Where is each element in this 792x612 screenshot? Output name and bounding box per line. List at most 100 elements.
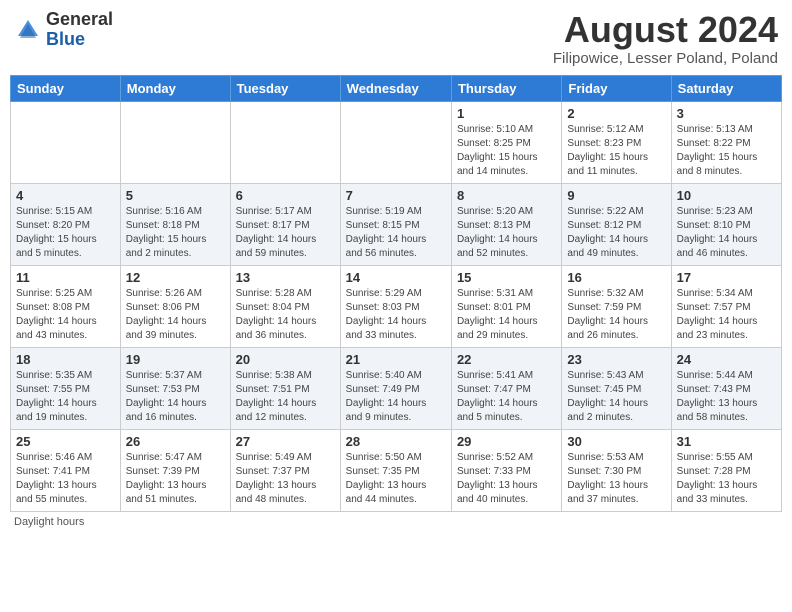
day-cell: 18Sunrise: 5:35 AM Sunset: 7:55 PM Dayli… <box>11 347 121 429</box>
day-cell: 12 Sunrise: 5:26 AM Sunset: 8:06 PM Dayli… <box>120 265 230 347</box>
day-number: 31 <box>677 434 776 449</box>
day-number: 7 <box>346 188 446 203</box>
day-number: 27 <box>236 434 335 449</box>
day-number: 15 <box>457 270 556 285</box>
day-cell: 26 Sunrise: 5:47 AM Sunset: 7:39 PM Dayli… <box>120 429 230 511</box>
day-number: 18 <box>16 352 115 367</box>
week-row-1: 1 Sunrise: 5:10 AM Sunset: 8:25 PM Daylig… <box>11 101 782 183</box>
day-number: 1 <box>457 106 556 121</box>
day-info: Sunrise: 5:17 AM Sunset: 8:17 PM Dayligh… <box>236 205 335 261</box>
day-info: Sunrise: 5:13 AM Sunset: 8:22 PM Dayligh… <box>677 123 776 179</box>
day-number: 23 <box>567 352 665 367</box>
day-info: Sunrise: 5:31 AM Sunset: 8:01 PM Dayligh… <box>457 287 556 343</box>
title-block: August 2024 Filipowice, Lesser Poland, P… <box>553 10 778 67</box>
day-number: 9 <box>567 188 665 203</box>
day-number: 19 <box>126 352 225 367</box>
day-cell: 4 Sunrise: 5:15 AM Sunset: 8:20 PM Daylig… <box>11 183 121 265</box>
col-friday: Friday <box>562 75 671 101</box>
col-monday: Monday <box>120 75 230 101</box>
day-info: Sunrise: 5:28 AM Sunset: 8:04 PM Dayligh… <box>236 287 335 343</box>
day-number: 17 <box>677 270 776 285</box>
day-cell: 6 Sunrise: 5:17 AM Sunset: 8:17 PM Daylig… <box>230 183 340 265</box>
day-number: 11 <box>16 270 115 285</box>
logo: General Blue <box>14 10 113 50</box>
day-number: 28 <box>346 434 446 449</box>
day-info: Sunrise: 5:10 AM Sunset: 8:25 PM Dayligh… <box>457 123 556 179</box>
day-number: 21 <box>346 352 446 367</box>
day-info: Sunrise: 5:52 AM Sunset: 7:33 PM Dayligh… <box>457 451 556 507</box>
day-cell <box>11 101 121 183</box>
day-cell: 15 Sunrise: 5:31 AM Sunset: 8:01 PM Dayli… <box>451 265 561 347</box>
day-number: 20 <box>236 352 335 367</box>
day-cell: 3 Sunrise: 5:13 AM Sunset: 8:22 PM Daylig… <box>671 101 781 183</box>
footnote: Daylight hours <box>10 516 782 528</box>
day-info: Sunrise: 5:29 AM Sunset: 8:03 PM Dayligh… <box>346 287 446 343</box>
month-year-title: August 2024 <box>553 10 778 50</box>
day-cell: 29Sunrise: 5:52 AM Sunset: 7:33 PM Dayli… <box>451 429 561 511</box>
day-number: 4 <box>16 188 115 203</box>
day-cell: 23 Sunrise: 5:43 AM Sunset: 7:45 PM Dayli… <box>562 347 671 429</box>
day-info: Sunrise: 5:43 AM Sunset: 7:45 PM Dayligh… <box>567 369 665 425</box>
day-number: 2 <box>567 106 665 121</box>
day-number: 13 <box>236 270 335 285</box>
col-thursday: Thursday <box>451 75 561 101</box>
logo-text: General Blue <box>46 10 113 50</box>
day-info: Sunrise: 5:12 AM Sunset: 8:23 PM Dayligh… <box>567 123 665 179</box>
day-cell: 27 Sunrise: 5:49 AM Sunset: 7:37 PM Dayli… <box>230 429 340 511</box>
day-number: 14 <box>346 270 446 285</box>
location-text: Filipowice, Lesser Poland, Poland <box>553 50 778 67</box>
day-number: 6 <box>236 188 335 203</box>
day-number: 26 <box>126 434 225 449</box>
day-number: 16 <box>567 270 665 285</box>
day-info: Sunrise: 5:46 AM Sunset: 7:41 PM Dayligh… <box>16 451 115 507</box>
day-info: Sunrise: 5:34 AM Sunset: 7:57 PM Dayligh… <box>677 287 776 343</box>
day-cell: 19Sunrise: 5:37 AM Sunset: 7:53 PM Dayli… <box>120 347 230 429</box>
day-info: Sunrise: 5:22 AM Sunset: 8:12 PM Dayligh… <box>567 205 665 261</box>
day-number: 5 <box>126 188 225 203</box>
day-number: 30 <box>567 434 665 449</box>
day-info: Sunrise: 5:15 AM Sunset: 8:20 PM Dayligh… <box>16 205 115 261</box>
day-number: 25 <box>16 434 115 449</box>
day-cell: 24Sunrise: 5:44 AM Sunset: 7:43 PM Dayli… <box>671 347 781 429</box>
day-cell: 14 Sunrise: 5:29 AM Sunset: 8:03 PM Dayli… <box>340 265 451 347</box>
day-info: Sunrise: 5:20 AM Sunset: 8:13 PM Dayligh… <box>457 205 556 261</box>
day-info: Sunrise: 5:49 AM Sunset: 7:37 PM Dayligh… <box>236 451 335 507</box>
day-number: 10 <box>677 188 776 203</box>
day-info: Sunrise: 5:23 AM Sunset: 8:10 PM Dayligh… <box>677 205 776 261</box>
day-number: 3 <box>677 106 776 121</box>
day-cell: 8Sunrise: 5:20 AM Sunset: 8:13 PM Daylig… <box>451 183 561 265</box>
day-info: Sunrise: 5:50 AM Sunset: 7:35 PM Dayligh… <box>346 451 446 507</box>
day-cell: 10 Sunrise: 5:23 AM Sunset: 8:10 PM Dayli… <box>671 183 781 265</box>
calendar-header-row: Sunday Monday Tuesday Wednesday Thursday… <box>11 75 782 101</box>
logo-general-text: General <box>46 10 113 30</box>
day-info: Sunrise: 5:25 AM Sunset: 8:08 PM Dayligh… <box>16 287 115 343</box>
col-saturday: Saturday <box>671 75 781 101</box>
day-cell: 31 Sunrise: 5:55 AM Sunset: 7:28 PM Dayli… <box>671 429 781 511</box>
day-cell: 20 Sunrise: 5:38 AM Sunset: 7:51 PM Dayli… <box>230 347 340 429</box>
week-row-5: 25 Sunrise: 5:46 AM Sunset: 7:41 PM Dayli… <box>11 429 782 511</box>
day-cell: 9 Sunrise: 5:22 AM Sunset: 8:12 PM Daylig… <box>562 183 671 265</box>
day-cell <box>120 101 230 183</box>
day-info: Sunrise: 5:16 AM Sunset: 8:18 PM Dayligh… <box>126 205 225 261</box>
day-number: 24 <box>677 352 776 367</box>
day-cell: 5 Sunrise: 5:16 AM Sunset: 8:18 PM Daylig… <box>120 183 230 265</box>
day-info: Sunrise: 5:47 AM Sunset: 7:39 PM Dayligh… <box>126 451 225 507</box>
day-info: Sunrise: 5:40 AM Sunset: 7:49 PM Dayligh… <box>346 369 446 425</box>
day-info: Sunrise: 5:55 AM Sunset: 7:28 PM Dayligh… <box>677 451 776 507</box>
day-info: Sunrise: 5:38 AM Sunset: 7:51 PM Dayligh… <box>236 369 335 425</box>
calendar-table: Sunday Monday Tuesday Wednesday Thursday… <box>10 75 782 512</box>
day-cell: 1 Sunrise: 5:10 AM Sunset: 8:25 PM Daylig… <box>451 101 561 183</box>
day-number: 12 <box>126 270 225 285</box>
day-cell: 13 Sunrise: 5:28 AM Sunset: 8:04 PM Dayli… <box>230 265 340 347</box>
day-cell: 11 Sunrise: 5:25 AM Sunset: 8:08 PM Dayli… <box>11 265 121 347</box>
day-info: Sunrise: 5:32 AM Sunset: 7:59 PM Dayligh… <box>567 287 665 343</box>
day-cell: 25 Sunrise: 5:46 AM Sunset: 7:41 PM Dayli… <box>11 429 121 511</box>
day-cell: 16 Sunrise: 5:32 AM Sunset: 7:59 PM Dayli… <box>562 265 671 347</box>
day-cell: 22Sunrise: 5:41 AM Sunset: 7:47 PM Dayli… <box>451 347 561 429</box>
day-cell: 28 Sunrise: 5:50 AM Sunset: 7:35 PM Dayli… <box>340 429 451 511</box>
day-info: Sunrise: 5:26 AM Sunset: 8:06 PM Dayligh… <box>126 287 225 343</box>
week-row-4: 18Sunrise: 5:35 AM Sunset: 7:55 PM Dayli… <box>11 347 782 429</box>
day-cell: 30Sunrise: 5:53 AM Sunset: 7:30 PM Dayli… <box>562 429 671 511</box>
col-tuesday: Tuesday <box>230 75 340 101</box>
day-cell: 17 Sunrise: 5:34 AM Sunset: 7:57 PM Dayli… <box>671 265 781 347</box>
